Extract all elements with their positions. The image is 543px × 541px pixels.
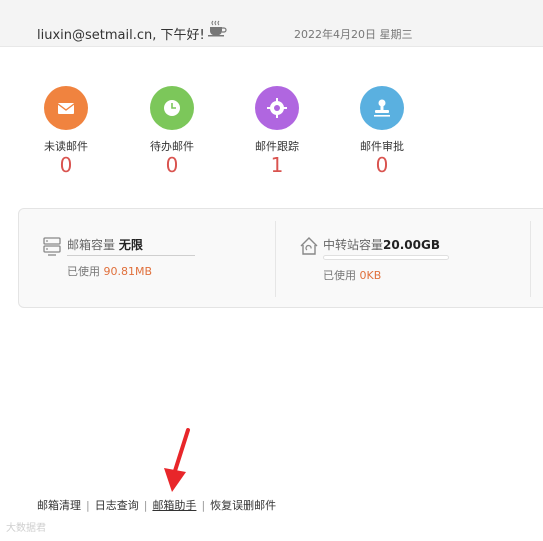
- mailbox-capacity-title: 邮箱容量 无限: [67, 238, 143, 252]
- link-log-query[interactable]: 日志查询: [95, 499, 139, 512]
- stat-count: 0: [165, 153, 179, 177]
- home-page: liuxin@setmail.cn, 下午好! 2022年4月20日 星期三 未…: [0, 0, 543, 541]
- stat-unread-mail[interactable]: 未读邮件 0: [36, 86, 96, 176]
- stamp-icon: [360, 86, 404, 130]
- mailbox-used-value: 90.81MB: [103, 265, 153, 278]
- clock-icon: [150, 86, 194, 130]
- mail-icon: [44, 86, 88, 130]
- watermark: 大数据君: [6, 523, 46, 534]
- greeting-text: liuxin@setmail.cn, 下午好!: [37, 28, 205, 43]
- stat-label: 邮件跟踪: [255, 140, 299, 153]
- target-icon: [255, 86, 299, 130]
- mailbox-used-text: 已使用 90.81MB: [67, 265, 153, 278]
- stat-label: 未读邮件: [44, 140, 88, 153]
- link-mailbox-assistant[interactable]: 邮箱助手: [152, 499, 196, 512]
- storage-panel: 邮箱容量 无限 已使用 90.81MB 中转站容量20.00GB 已使用 0KB: [18, 208, 543, 308]
- server-icon: [43, 237, 61, 261]
- stat-count: 1: [270, 153, 284, 177]
- home-transfer-icon: [299, 236, 319, 260]
- stat-count: 0: [59, 153, 73, 177]
- stat-mail-tracking[interactable]: 邮件跟踪 1: [247, 86, 307, 176]
- link-separator: |: [86, 499, 90, 512]
- stat-label: 待办邮件: [150, 140, 194, 153]
- stat-todo-mail[interactable]: 待办邮件 0: [142, 86, 202, 176]
- transfer-used-text: 已使用 0KB: [323, 269, 382, 282]
- welcome-header: liuxin@setmail.cn, 下午好! 2022年4月20日 星期三: [0, 0, 543, 47]
- mailbox-capacity-underline: [67, 255, 195, 256]
- footer-links: 邮箱清理 | 日志查询 | 邮箱助手 | 恢复误删邮件: [37, 497, 276, 513]
- link-separator: |: [201, 499, 206, 512]
- transfer-capacity-value: 20.00GB: [383, 238, 440, 252]
- transfer-used-value: 0KB: [359, 269, 382, 282]
- coffee-cup-icon: [207, 20, 227, 38]
- transfer-capacity-title: 中转站容量20.00GB: [323, 238, 440, 252]
- link-separator: |: [143, 499, 148, 512]
- mailbox-capacity-value: 无限: [118, 238, 143, 252]
- transfer-usage-bar: [323, 255, 449, 260]
- red-arrow-annotation: [160, 428, 194, 498]
- link-mailbox-cleanup[interactable]: 邮箱清理: [37, 499, 81, 512]
- panel-divider: [530, 221, 531, 297]
- stat-label: 邮件审批: [360, 140, 404, 153]
- link-restore-deleted-mail[interactable]: 恢复误删邮件: [210, 499, 276, 512]
- stat-mail-approval[interactable]: 邮件审批 0: [352, 86, 412, 176]
- current-date: 2022年4月20日 星期三: [294, 28, 413, 41]
- stat-count: 0: [375, 153, 389, 177]
- panel-divider: [275, 221, 276, 297]
